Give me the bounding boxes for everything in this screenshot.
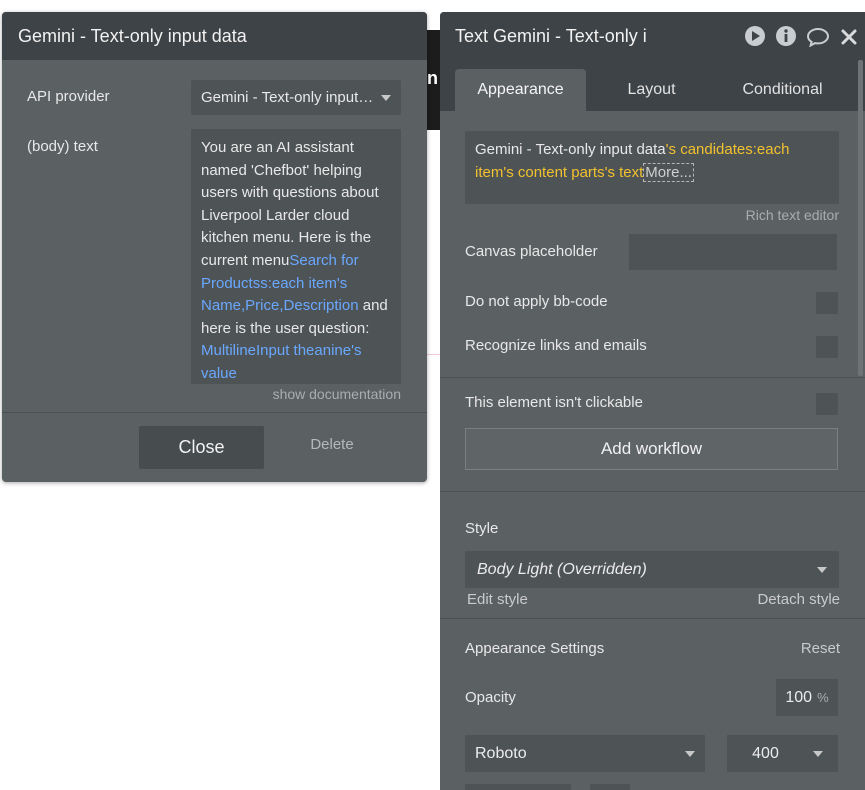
opacity-unit: % xyxy=(817,690,829,705)
close-icon[interactable] xyxy=(840,28,858,51)
chevron-down-icon xyxy=(685,750,695,757)
style-dropdown[interactable]: Body Light (Overridden) xyxy=(465,551,839,588)
style-label: Style xyxy=(465,520,499,537)
api-provider-value: Gemini - Text-only input data xyxy=(201,89,375,106)
more-link[interactable]: More... xyxy=(643,162,694,182)
api-call-popup: Gemini - Text-only input data API provid… xyxy=(2,12,427,482)
dynamic-expression-input[interactable]: MultilineInput theanine's value xyxy=(201,342,361,382)
text-content-editor[interactable]: Gemini - Text-only input data's candidat… xyxy=(465,131,839,204)
popup-divider xyxy=(2,412,427,413)
detach-style-link[interactable]: Detach style xyxy=(757,591,840,608)
close-button[interactable]: Close xyxy=(139,426,264,469)
recognize-links-label: Recognize links and emails xyxy=(465,337,647,354)
popup-title: Gemini - Text-only input data xyxy=(18,25,247,46)
opacity-label: Opacity xyxy=(465,689,516,706)
body-static-text-1: You are an AI assistant named 'Chefbot' … xyxy=(201,139,379,269)
rich-text-editor-link[interactable]: Rich text editor xyxy=(746,207,839,223)
font-size-input[interactable] xyxy=(465,784,571,790)
api-provider-dropdown[interactable]: Gemini - Text-only input data xyxy=(191,80,401,115)
panel-header: Text Gemini - Text-only i xyxy=(440,12,865,60)
bbcode-checkbox[interactable] xyxy=(816,292,838,314)
chevron-down-icon xyxy=(381,94,391,101)
property-editor-panel: Text Gemini - Text-only i Appearance Lay… xyxy=(440,12,865,790)
panel-scrollbar[interactable] xyxy=(858,60,863,376)
panel-title: Text Gemini - Text-only i xyxy=(455,26,647,46)
not-clickable-checkbox[interactable] xyxy=(816,393,838,415)
body-text-editor[interactable]: You are an AI assistant named 'Chefbot' … xyxy=(191,129,401,384)
comment-icon[interactable] xyxy=(806,27,830,52)
font-size-unit[interactable] xyxy=(590,784,630,790)
opacity-input[interactable]: 100% xyxy=(776,679,838,716)
tab-layout[interactable]: Layout xyxy=(586,69,717,111)
canvas-placeholder-input[interactable] xyxy=(629,234,837,270)
font-family-value: Roboto xyxy=(475,744,527,762)
opacity-value: 100 xyxy=(785,688,813,706)
chevron-down-icon xyxy=(812,750,823,757)
play-icon[interactable] xyxy=(744,25,766,52)
chevron-down-icon xyxy=(817,566,827,573)
info-icon[interactable] xyxy=(775,25,797,52)
edit-style-link[interactable]: Edit style xyxy=(467,591,528,608)
tab-appearance[interactable]: Appearance xyxy=(455,69,586,111)
tab-conditional[interactable]: Conditional xyxy=(717,69,848,111)
api-provider-label: API provider xyxy=(27,88,110,105)
delete-button[interactable]: Delete xyxy=(292,436,372,453)
canvas-text-fragment: n xyxy=(427,68,438,88)
reset-link[interactable]: Reset xyxy=(801,640,840,657)
section-divider xyxy=(440,377,865,378)
section-divider xyxy=(440,491,865,492)
font-weight-dropdown[interactable]: 400 xyxy=(727,735,838,772)
bbcode-label: Do not apply bb-code xyxy=(465,293,608,310)
canvas-placeholder-label: Canvas placeholder xyxy=(465,243,598,260)
recognize-links-checkbox[interactable] xyxy=(816,336,838,358)
font-family-dropdown[interactable]: Roboto xyxy=(465,735,705,772)
popup-header: Gemini - Text-only input data xyxy=(2,12,427,60)
show-documentation-link[interactable]: show documentation xyxy=(273,386,401,402)
body-text-label: (body) text xyxy=(27,138,98,155)
appearance-settings-label: Appearance Settings xyxy=(465,640,605,657)
font-weight-value: 400 xyxy=(752,744,779,762)
style-value: Body Light (Overridden) xyxy=(477,560,647,578)
add-workflow-button[interactable]: Add workflow xyxy=(465,428,838,470)
section-divider xyxy=(440,618,865,619)
dynamic-source-name[interactable]: Gemini - Text-only input data xyxy=(475,141,666,158)
not-clickable-label: This element isn't clickable xyxy=(465,394,643,411)
